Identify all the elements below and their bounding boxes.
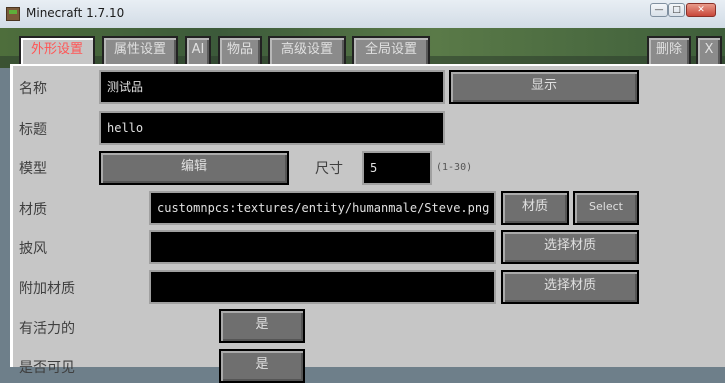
tab-advanced[interactable]: 高级设置 [268,36,346,64]
overlay-input[interactable] [149,270,496,304]
name-label: 名称 [19,81,47,97]
edit-model-button[interactable]: 编辑 [99,151,289,185]
texture-input[interactable]: customnpcs:textures/entity/humanmale/Ste… [149,191,496,225]
tab-global[interactable]: 全局设置 [352,36,430,64]
texture-label: 材质 [19,202,47,218]
visible-label: 是否可见 [19,360,75,376]
lively-toggle-button[interactable]: 是 [219,309,305,343]
cape-label: 披风 [19,241,47,257]
tab-items[interactable]: 物品 [218,36,262,64]
texture-button[interactable]: 材质 [501,191,569,225]
name-input[interactable]: 测试品 [99,70,445,104]
close-button[interactable]: ✕ [686,3,716,17]
window-title-bar: Minecraft 1.7.10 — □ ✕ [0,0,725,29]
minimize-button[interactable]: — [650,3,668,17]
title-input[interactable]: hello [99,111,445,145]
window-title: Minecraft 1.7.10 [26,6,125,20]
select-overlay-texture-button[interactable]: 选择材质 [501,270,639,304]
appearance-settings-panel: 名称 测试品 显示 标题 hello 模型 编辑 尺寸 5 (1-30) 材质 … [10,64,725,383]
tab-close[interactable]: X [696,36,722,64]
overlay-label: 附加材质 [19,281,75,297]
visible-toggle-button[interactable]: 是 [219,349,305,383]
select-cape-texture-button[interactable]: 选择材质 [501,230,639,264]
model-label: 模型 [19,161,47,177]
lively-label: 有活力的 [19,321,75,337]
tab-ai[interactable]: AI [185,36,211,64]
size-input[interactable]: 5 [362,151,432,185]
size-label: 尺寸 [315,161,343,177]
minecraft-icon [6,7,20,21]
title-label: 标题 [19,122,47,138]
cape-input[interactable] [149,230,496,264]
tab-attributes[interactable]: 属性设置 [102,36,178,64]
show-button[interactable]: 显示 [449,70,639,104]
maximize-button[interactable]: □ [668,3,685,17]
size-range-hint: (1-30) [436,162,473,173]
select-button[interactable]: Select [573,191,639,225]
tab-delete[interactable]: 删除 [647,36,691,64]
